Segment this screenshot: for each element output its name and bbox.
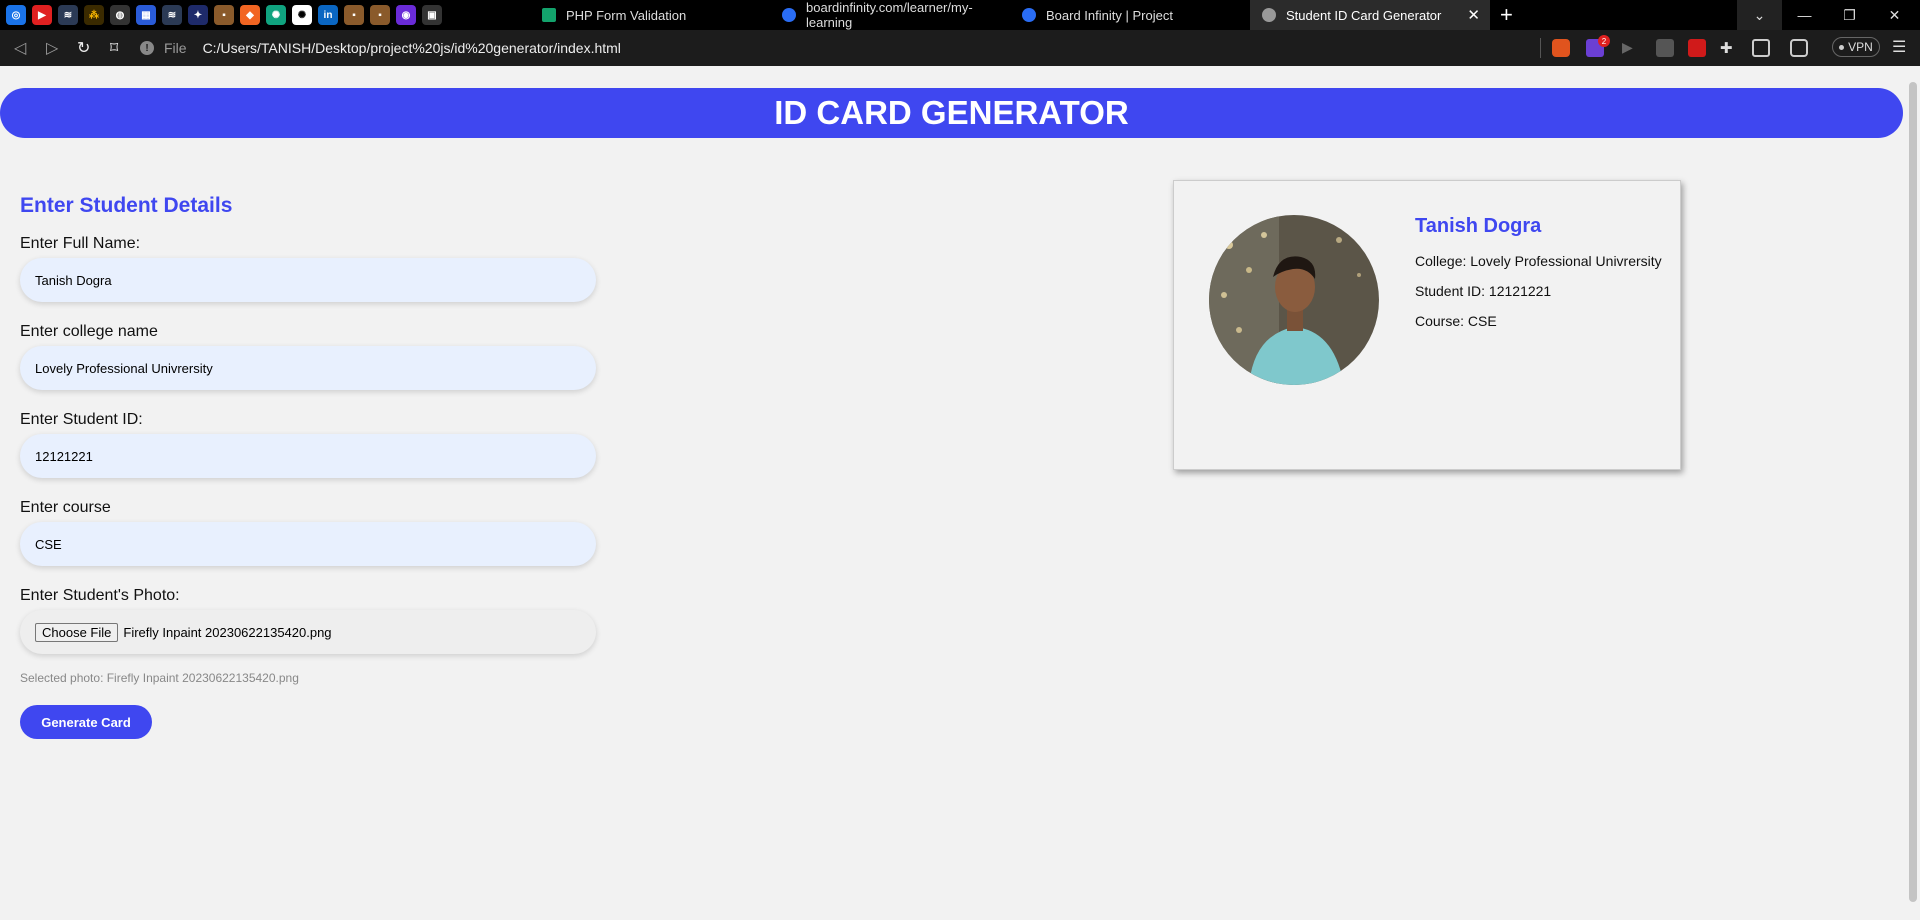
pinned-tab-icon[interactable]: ▦ <box>136 5 156 25</box>
card-college: College: Lovely Professional Univrersity <box>1415 253 1662 269</box>
choose-file-button[interactable]: Choose File <box>35 622 119 642</box>
browser-toolbar: ◁ ▷ ↻ ⌑ ! File C:/Users/TANISH/Desktop/p… <box>0 30 1920 66</box>
forward-icon[interactable]: ▷ <box>46 38 58 58</box>
url-scheme-label: File <box>164 40 187 56</box>
wallet-icon[interactable] <box>1790 39 1808 57</box>
play-extension-icon[interactable]: ▶ <box>1622 39 1640 57</box>
tab-boardinfinity-learning[interactable]: boardinfinity.com/learner/my-learning <box>770 0 1012 30</box>
globe-icon[interactable]: ◍ <box>110 5 130 25</box>
pinned-tab-icon[interactable]: ◉ <box>396 5 416 25</box>
page-scrollbar[interactable] <box>1906 66 1920 920</box>
tab-favicon-icon <box>1022 8 1036 22</box>
puzzle-extensions-icon[interactable]: ✚ <box>1720 39 1738 57</box>
student-id-input[interactable]: 12121221 <box>20 434 596 478</box>
extension-icon[interactable] <box>1656 39 1674 57</box>
menu-icon[interactable]: ☰ <box>1892 37 1906 57</box>
tab-title: Board Infinity | Project <box>1046 7 1173 23</box>
bookmark-icon[interactable]: ⌑ <box>110 38 118 58</box>
tab-php-form-validation[interactable]: PHP Form Validation <box>530 0 772 30</box>
photo-file-input[interactable]: Choose File Firefly Inpaint 202306221354… <box>20 610 596 654</box>
pinned-tab-icon[interactable]: ▪ <box>344 5 364 25</box>
vpn-status-icon <box>1839 44 1845 50</box>
chatgpt-icon[interactable]: ✺ <box>292 5 312 25</box>
card-student-name: Tanish Dogra <box>1415 215 1542 237</box>
full-name-label: Enter Full Name: <box>20 235 141 252</box>
pinned-tabs: ◎ ▶ ≋ ⁂ ◍ ▦ ≋ ✦ ▪ ◆ ✺ ✺ in ▪ ▪ ◉ ▣ <box>6 5 442 25</box>
card-student-id: Student ID: 12121221 <box>1415 283 1552 299</box>
tab-favicon-icon <box>542 8 556 22</box>
tab-title: PHP Form Validation <box>566 7 687 23</box>
brave-shield-icon[interactable] <box>1552 39 1570 57</box>
close-window-button[interactable]: ✕ <box>1872 0 1917 30</box>
card-course: Course: CSE <box>1415 313 1497 329</box>
photo-label: Enter Student's Photo: <box>20 587 180 604</box>
course-label: Enter course <box>20 499 111 516</box>
restore-button[interactable]: ❐ <box>1827 0 1872 30</box>
pinned-tab-icon[interactable]: ▪ <box>370 5 390 25</box>
extension-icon[interactable] <box>1688 39 1706 57</box>
vpn-button[interactable]: VPN <box>1832 37 1880 57</box>
course-input[interactable]: CSE <box>20 522 596 566</box>
tab-title: boardinfinity.com/learner/my-learning <box>806 0 973 30</box>
generate-card-button[interactable]: Generate Card <box>20 705 152 739</box>
pinned-tab-icon[interactable]: ⁂ <box>84 5 104 25</box>
tab-search-chevron-icon[interactable]: ⌄ <box>1737 0 1782 30</box>
scrollbar-thumb[interactable] <box>1909 82 1917 902</box>
notification-badge: 2 <box>1598 35 1610 47</box>
id-card: Tanish Dogra College: Lovely Professiona… <box>1173 180 1681 470</box>
back-icon[interactable]: ◁ <box>14 38 26 58</box>
student-photo <box>1209 215 1379 385</box>
student-id-label: Enter Student ID: <box>20 411 143 428</box>
tab-strip: ◎ ▶ ≋ ⁂ ◍ ▦ ≋ ✦ ▪ ◆ ✺ ✺ in ▪ ▪ ◉ ▣ PHP F… <box>0 0 1920 30</box>
tab-boardinfinity-project[interactable]: Board Infinity | Project <box>1010 0 1252 30</box>
chatgpt-icon[interactable]: ✺ <box>266 5 286 25</box>
full-name-input[interactable]: Tanish Dogra <box>20 258 596 302</box>
page-title: ID CARD GENERATOR <box>0 88 1903 138</box>
college-name-label: Enter college name <box>20 323 158 340</box>
pinned-tab-icon[interactable]: ▣ <box>422 5 442 25</box>
pinned-tab-icon[interactable]: ◎ <box>6 5 26 25</box>
chosen-filename: Firefly Inpaint 20230622135420.png <box>123 624 332 640</box>
form-heading: Enter Student Details <box>20 194 233 217</box>
sparkle-icon[interactable]: ✦ <box>188 5 208 25</box>
vpn-label: VPN <box>1848 40 1873 54</box>
tab-favicon-icon <box>782 8 796 22</box>
info-icon[interactable]: ! <box>140 41 154 55</box>
address-bar[interactable]: ! File C:/Users/TANISH/Desktop/project%2… <box>140 34 1540 62</box>
selected-photo-note: Selected photo: Firefly Inpaint 20230622… <box>20 671 299 685</box>
url-text[interactable]: C:/Users/TANISH/Desktop/project%20js/id%… <box>203 40 621 56</box>
toolbar-divider <box>1540 38 1541 58</box>
pinned-tab-icon[interactable]: ▪ <box>214 5 234 25</box>
pinned-tab-icon[interactable]: ◆ <box>240 5 260 25</box>
globe-icon <box>1262 8 1276 22</box>
sidebar-icon[interactable] <box>1752 39 1770 57</box>
new-tab-button[interactable]: + <box>1500 2 1513 28</box>
tab-student-id-card-generator[interactable]: Student ID Card Generator ✕ <box>1250 0 1490 30</box>
reload-icon[interactable]: ↻ <box>77 38 90 58</box>
tab-title: Student ID Card Generator <box>1286 7 1442 23</box>
pinned-tab-icon[interactable]: ≋ <box>162 5 182 25</box>
minimize-button[interactable]: — <box>1782 0 1827 30</box>
youtube-icon[interactable]: ▶ <box>32 5 52 25</box>
linkedin-icon[interactable]: in <box>318 5 338 25</box>
college-name-input[interactable]: Lovely Professional Univrersity <box>20 346 596 390</box>
page-viewport: ID CARD GENERATOR Enter Student Details … <box>0 66 1906 920</box>
close-icon[interactable]: ✕ <box>1467 6 1480 24</box>
pinned-tab-icon[interactable]: ≋ <box>58 5 78 25</box>
student-photo-image <box>1209 215 1379 385</box>
